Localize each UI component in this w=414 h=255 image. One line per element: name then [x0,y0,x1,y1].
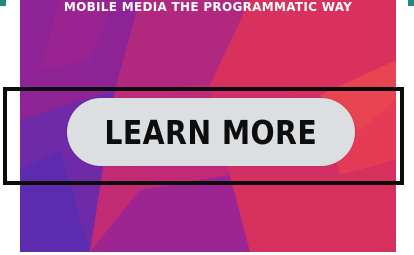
corner-accent-left [0,0,6,6]
learn-more-button-label: LEARN MORE [104,112,318,152]
corner-accent-right [408,0,414,6]
ad-page: MOBILE MEDIA THE PROGRAMMATIC WAY LEARN … [0,0,414,255]
ad-tagline: MOBILE MEDIA THE PROGRAMMATIC WAY [63,0,353,14]
learn-more-button[interactable]: LEARN MORE [67,98,355,166]
